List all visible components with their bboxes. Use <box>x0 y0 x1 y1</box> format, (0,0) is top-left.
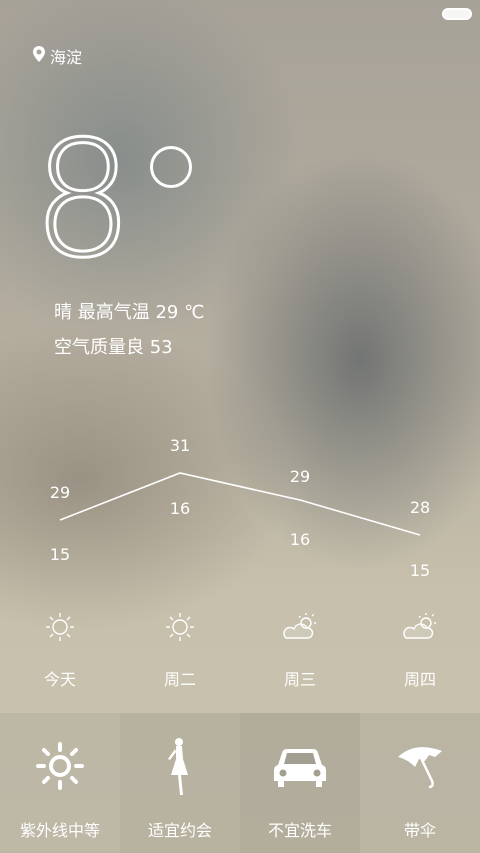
forecast-day-label: 周二 <box>163 670 196 689</box>
high-label-4: 28 <box>410 498 430 517</box>
location[interactable]: 海淀 <box>32 44 82 68</box>
sun-icon <box>46 613 74 641</box>
tip-label: 不宜洗车 <box>267 821 332 840</box>
high-temp-line <box>59 472 421 536</box>
forecast-day[interactable]: 周四 <box>360 610 480 690</box>
tip-label: 紫外线中等 <box>19 821 100 840</box>
forecast-day-label: 周四 <box>403 670 436 689</box>
location-name: 海淀 <box>50 48 83 67</box>
woman-figure-icon <box>168 738 188 795</box>
tip-label: 适宜约会 <box>147 821 212 840</box>
partly-cloudy-icon <box>403 613 436 639</box>
forecast-day[interactable]: 周二 <box>120 610 240 690</box>
tip-uv[interactable]: 紫外线中等 <box>0 713 120 853</box>
tip-car-wash[interactable]: 不宜洗车 <box>240 713 360 853</box>
low-label-2: 16 <box>170 499 190 518</box>
tip-umbrella[interactable]: 带伞 <box>360 713 480 853</box>
tip-label: 带伞 <box>403 821 436 840</box>
condition-line: 晴 最高气温 29 ℃ <box>54 302 205 323</box>
high-label-2: 31 <box>170 436 190 455</box>
sun-icon <box>36 742 84 790</box>
forecast-row: 今天 周二 周三 周四 <box>0 610 480 690</box>
high-label-1: 29 <box>50 483 70 502</box>
low-label-1: 15 <box>50 545 70 564</box>
battery-icon <box>442 8 472 20</box>
sun-icon <box>166 613 194 641</box>
current-temperature: 8 <box>31 106 136 293</box>
tip-dating[interactable]: 适宜约会 <box>120 713 240 853</box>
temperature-chart: 29 31 29 28 15 16 16 15 <box>50 436 430 580</box>
location-pin-icon <box>32 45 46 67</box>
forecast-day-label: 今天 <box>43 670 76 689</box>
partly-cloudy-icon <box>283 613 316 639</box>
car-icon <box>274 749 326 787</box>
forecast-day[interactable]: 周三 <box>240 610 360 690</box>
forecast-day-label: 周三 <box>283 670 316 689</box>
degree-symbol <box>150 146 192 188</box>
low-label-3: 16 <box>290 530 310 549</box>
umbrella-icon <box>398 747 442 789</box>
life-tips-bar: 紫外线中等 适宜约会 不宜洗车 带伞 <box>0 713 480 853</box>
air-quality-line: 空气质量良 53 <box>54 337 173 358</box>
low-label-4: 15 <box>410 561 430 580</box>
high-label-3: 29 <box>290 467 310 486</box>
forecast-day[interactable]: 今天 <box>0 610 120 690</box>
